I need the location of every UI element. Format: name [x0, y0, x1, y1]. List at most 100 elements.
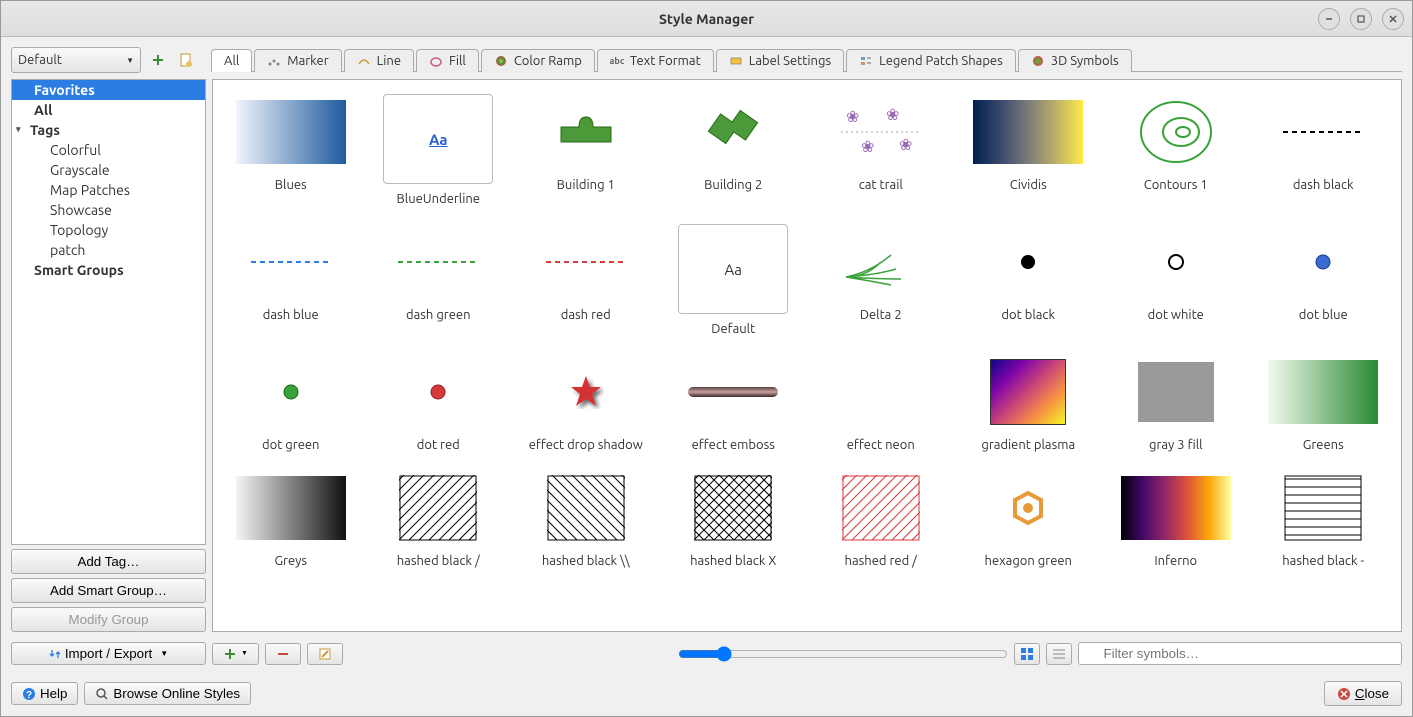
add-smart-group-button[interactable]: Add Smart Group… [11, 578, 206, 603]
gallery-item-thumb [1117, 94, 1235, 170]
close-icon [1388, 14, 1398, 24]
help-label: Help [40, 686, 67, 701]
thumbnail-size-slider[interactable] [678, 646, 1008, 662]
gallery-item[interactable]: AaBlueUnderline [367, 90, 511, 210]
tab-marker[interactable]: Marker [254, 49, 341, 72]
close-button[interactable]: CCloselose [1324, 681, 1402, 706]
gallery-item[interactable]: hexagon green [957, 466, 1101, 572]
style-dropdown[interactable]: Default ▼ [11, 47, 141, 73]
add-style-button[interactable] [147, 49, 169, 71]
gallery-item-label: effect neon [847, 438, 915, 452]
gallery-item[interactable]: dot red [367, 350, 511, 456]
gallery-item[interactable]: dot blue [1252, 220, 1396, 340]
remove-symbol-button[interactable] [265, 643, 301, 665]
gallery-item[interactable]: Contours 1 [1104, 90, 1248, 210]
category-tree[interactable]: Favorites All Tags Colorful Grayscale Ma… [11, 79, 206, 545]
gallery-item-label: Building 2 [704, 178, 762, 192]
gallery-item-thumb [527, 224, 645, 300]
tab-all[interactable]: All [211, 49, 252, 72]
tree-tag-patch[interactable]: patch [12, 240, 205, 260]
modify-group-button[interactable]: Modify Group [11, 607, 206, 632]
gallery-item[interactable]: gray 3 fill [1104, 350, 1248, 456]
gallery-item-thumb [527, 354, 645, 430]
tree-favorites[interactable]: Favorites [12, 80, 205, 100]
search-icon [95, 687, 109, 701]
save-style-button[interactable] [175, 49, 197, 71]
maximize-button[interactable] [1350, 8, 1372, 30]
gallery-item-thumb [527, 470, 645, 546]
add-tag-button[interactable]: Add Tag… [11, 549, 206, 574]
add-symbol-button[interactable]: ▼ [212, 643, 259, 665]
chevron-down-icon: ▼ [160, 649, 168, 658]
gallery-item[interactable]: Greys [219, 466, 363, 572]
gallery-item[interactable]: Building 1 [514, 90, 658, 210]
tree-tag-showcase[interactable]: Showcase [12, 200, 205, 220]
gallery-item[interactable]: effect drop shadow [514, 350, 658, 456]
gallery-item[interactable]: dash black [1252, 90, 1396, 210]
tab-color-ramp[interactable]: Color Ramp [481, 49, 595, 72]
tree-tag-grayscale[interactable]: Grayscale [12, 160, 205, 180]
gallery-item[interactable]: effect neon [809, 350, 953, 456]
gallery-item-thumb [379, 354, 497, 430]
gallery-item[interactable]: hashed red / [809, 466, 953, 572]
tab-label-settings[interactable]: Label Settings [716, 49, 844, 72]
tree-smart-groups[interactable]: Smart Groups [12, 260, 205, 280]
browse-online-button[interactable]: Browse Online Styles [84, 682, 251, 705]
gallery-item[interactable]: dash green [367, 220, 511, 340]
gallery-item[interactable]: hashed black - [1252, 466, 1396, 572]
gallery-item-label: hashed black \\ [542, 554, 630, 568]
gallery-item[interactable]: AaDefault [662, 220, 806, 340]
gallery-item-label: hashed black X [690, 554, 776, 568]
tab-line[interactable]: Line [344, 49, 414, 72]
tree-tag-topology[interactable]: Topology [12, 220, 205, 240]
gallery-item[interactable]: Blues [219, 90, 363, 210]
gallery-item[interactable]: Inferno [1104, 466, 1248, 572]
style-dropdown-value: Default [18, 53, 62, 67]
symbol-gallery[interactable]: BluesAaBlueUnderlineBuilding 1 Building 2… [212, 79, 1402, 632]
filter-input[interactable] [1078, 642, 1402, 665]
gallery-item-thumb [822, 354, 940, 430]
gallery-item-thumb [232, 470, 350, 546]
list-view-button[interactable] [1046, 643, 1072, 665]
gallery-item[interactable]: Greens [1252, 350, 1396, 456]
gallery-item[interactable]: ❀❀❀❀cat trail [809, 90, 953, 210]
dialog-footer: ? Help Browse Online Styles CCloselose [1, 675, 1412, 716]
main-area: Favorites All Tags Colorful Grayscale Ma… [11, 79, 1402, 632]
tree-tag-map-patches[interactable]: Map Patches [12, 180, 205, 200]
gallery-item[interactable]: gradient plasma [957, 350, 1101, 456]
import-export-button[interactable]: Import / Export ▼ [11, 642, 206, 665]
tab-legend-patch[interactable]: Legend Patch Shapes [846, 49, 1016, 72]
gallery-item-label: hashed black / [397, 554, 480, 568]
gallery-panel: BluesAaBlueUnderlineBuilding 1 Building 2… [212, 79, 1402, 632]
tab-text-format[interactable]: abc Text Format [597, 49, 714, 72]
text-icon: abc [610, 54, 624, 68]
gallery-item[interactable]: hashed black \\ [514, 466, 658, 572]
help-button[interactable]: ? Help [11, 682, 78, 705]
tree-tag-colorful[interactable]: Colorful [12, 140, 205, 160]
gallery-item[interactable]: dot green [219, 350, 363, 456]
gallery-item-thumb [1264, 94, 1382, 170]
gallery-item[interactable]: dash red [514, 220, 658, 340]
grid-view-button[interactable] [1014, 643, 1040, 665]
gallery-item-thumb [232, 94, 350, 170]
gallery-item[interactable]: Delta 2 [809, 220, 953, 340]
gallery-item[interactable]: dash blue [219, 220, 363, 340]
tree-all[interactable]: All [12, 100, 205, 120]
gallery-item[interactable]: Building 2 [662, 90, 806, 210]
gallery-item-thumb [674, 94, 792, 170]
edit-symbol-button[interactable] [307, 643, 343, 665]
minimize-button[interactable] [1318, 8, 1340, 30]
tab-fill[interactable]: Fill [416, 49, 479, 72]
gallery-item[interactable]: effect emboss [662, 350, 806, 456]
gallery-item[interactable]: dot black [957, 220, 1101, 340]
gallery-item-label: dot black [1001, 308, 1055, 322]
close-window-button[interactable] [1382, 8, 1404, 30]
gallery-item-thumb [527, 94, 645, 170]
gallery-item[interactable]: hashed black / [367, 466, 511, 572]
gallery-item-thumb [969, 470, 1087, 546]
gallery-item[interactable]: Cividis [957, 90, 1101, 210]
tree-tags[interactable]: Tags [12, 120, 205, 140]
tab-3d-symbols[interactable]: 3D Symbols [1018, 49, 1132, 72]
gallery-item[interactable]: dot white [1104, 220, 1248, 340]
gallery-item[interactable]: hashed black X [662, 466, 806, 572]
